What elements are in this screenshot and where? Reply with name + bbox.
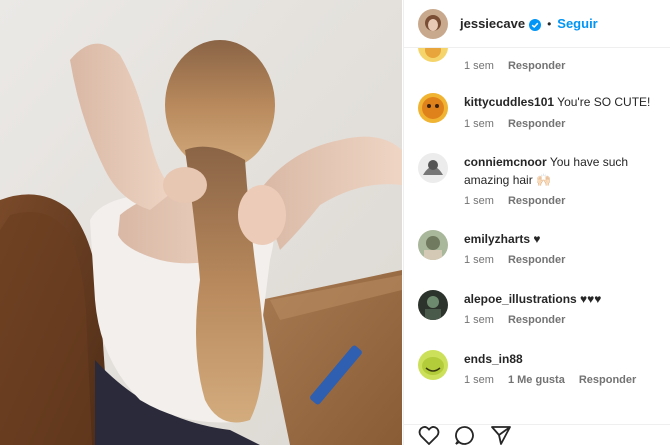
post-actions-bar bbox=[404, 424, 670, 445]
comment-meta: 1 sem Responder bbox=[464, 118, 579, 130]
comments-list[interactable]: 1 sem Responder kittycuddles101 You're SO… bbox=[404, 48, 670, 420]
reply-button[interactable]: Responder bbox=[508, 314, 565, 326]
commenter-avatar[interactable] bbox=[418, 350, 448, 380]
comment-time: 1 sem bbox=[464, 195, 494, 207]
comment-text-block: emilyzharts ♥ bbox=[464, 230, 670, 248]
comment-meta: 1 sem Responder bbox=[464, 60, 579, 72]
commenter-avatar[interactable] bbox=[418, 290, 448, 320]
likes-count[interactable]: 1 Me gusta bbox=[508, 374, 565, 386]
commenter-username[interactable]: alepoe_illustrations bbox=[464, 292, 577, 306]
post-photo bbox=[0, 0, 402, 445]
comment-text-block: alepoe_illustrations ♥♥♥ bbox=[464, 290, 670, 308]
commenter-username[interactable]: conniemcnoor bbox=[464, 155, 547, 169]
comment-time: 1 sem bbox=[464, 60, 494, 72]
comment-text: ♥ bbox=[533, 232, 541, 246]
verified-badge-icon bbox=[529, 18, 542, 31]
reply-button[interactable]: Responder bbox=[508, 118, 565, 130]
author-username[interactable]: jessiecave bbox=[460, 16, 525, 31]
reply-button[interactable]: Responder bbox=[508, 254, 565, 266]
follow-button[interactable]: Seguir bbox=[557, 16, 597, 31]
comment-time: 1 sem bbox=[464, 118, 494, 130]
comment-text-block: ends_in88 bbox=[464, 350, 670, 368]
comment-meta: 1 sem Responder bbox=[464, 254, 579, 266]
heart-icon[interactable] bbox=[418, 425, 440, 445]
commenter-username[interactable]: kittycuddles101 bbox=[464, 95, 554, 109]
separator-dot: • bbox=[547, 16, 552, 31]
commenter-avatar[interactable] bbox=[418, 230, 448, 260]
commenter-username[interactable]: ends_in88 bbox=[464, 352, 523, 366]
comment-text: ♥♥♥ bbox=[580, 292, 602, 306]
comment-time: 1 sem bbox=[464, 314, 494, 326]
post-header: jessiecave • Seguir bbox=[404, 0, 670, 48]
comment-meta: 1 sem 1 Me gusta Responder bbox=[464, 374, 650, 386]
reply-button[interactable]: Responder bbox=[508, 60, 565, 72]
comment-text-block: conniemcnoor You have such amazing hair … bbox=[464, 153, 670, 189]
commenter-avatar[interactable] bbox=[418, 153, 448, 183]
commenter-username[interactable]: emilyzharts bbox=[464, 232, 530, 246]
comment-text-block: kittycuddles101 You're SO CUTE! bbox=[464, 93, 670, 111]
comment-time: 1 sem bbox=[464, 254, 494, 266]
commenter-avatar[interactable] bbox=[418, 48, 448, 62]
comment-meta: 1 sem Responder bbox=[464, 314, 579, 326]
comment-meta: 1 sem Responder bbox=[464, 195, 579, 207]
comment-icon[interactable] bbox=[454, 425, 476, 445]
commenter-avatar[interactable] bbox=[418, 93, 448, 123]
reply-button[interactable]: Responder bbox=[579, 374, 636, 386]
share-icon[interactable] bbox=[490, 425, 512, 445]
post-side-panel: jessiecave • Seguir 1 sem Responder kitt… bbox=[403, 0, 670, 445]
comment-time: 1 sem bbox=[464, 374, 494, 386]
author-avatar[interactable] bbox=[418, 8, 448, 39]
reply-button[interactable]: Responder bbox=[508, 195, 565, 207]
comment-text: You're SO CUTE! bbox=[557, 95, 651, 109]
